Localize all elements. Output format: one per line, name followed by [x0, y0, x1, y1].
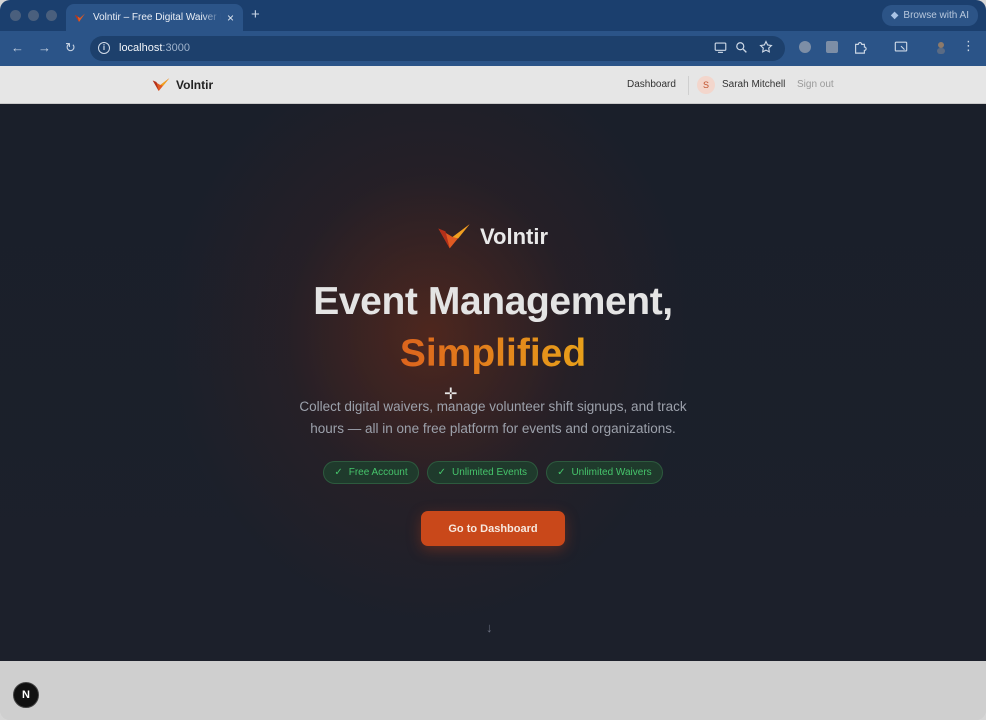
page-bottom: [0, 661, 986, 720]
tab-strip: Volntir – Free Digital Waiver M × + ◆ Br…: [0, 0, 986, 31]
hero-logo: Volntir: [437, 222, 548, 252]
hero-headline-accent: Simplified: [0, 332, 986, 376]
nextjs-devtools-button[interactable]: N: [13, 682, 39, 708]
badge-label: Unlimited Waivers: [571, 467, 652, 478]
hero-logo-text: Volntir: [480, 224, 549, 249]
zoom-icon[interactable]: [735, 41, 748, 57]
maximize-window-button[interactable]: [46, 10, 57, 21]
info-icon[interactable]: i: [98, 42, 110, 54]
hero-section: Volntir Event Management, Simplified ✛ C…: [0, 104, 986, 661]
install-app-icon[interactable]: [714, 41, 727, 57]
tab-title: Volntir – Free Digital Waiver M: [93, 12, 221, 23]
site-header: Volntir Dashboard S Sarah Mitchell Sign …: [0, 66, 986, 104]
puzzle-icon[interactable]: [853, 40, 867, 54]
forward-icon[interactable]: →: [38, 40, 51, 55]
tab-volntir[interactable]: Volntir – Free Digital Waiver M ×: [66, 4, 243, 31]
sparkle-icon: ◆: [890, 10, 899, 21]
url-text[interactable]: localhost:3000: [119, 42, 190, 54]
badge-unlimited-waivers: ✓ Unlimited Waivers: [546, 461, 663, 484]
hero-subtitle: Collect digital waivers, manage voluntee…: [299, 399, 687, 436]
check-icon: ✓: [437, 467, 447, 478]
badge-unlimited-events: ✓ Unlimited Events: [426, 461, 539, 484]
scroll-down-icon[interactable]: ↓: [486, 620, 493, 635]
brand-logo[interactable]: Volntir: [152, 77, 213, 93]
new-tab-button[interactable]: +: [251, 6, 260, 23]
user-name[interactable]: Sarah Mitchell: [722, 79, 785, 90]
volntir-logo-icon: [74, 12, 86, 24]
volntir-logo-icon: [438, 224, 470, 249]
tab-close-icon[interactable]: ×: [227, 11, 234, 25]
hero-headline: Event Management,: [313, 280, 673, 323]
minimize-window-button[interactable]: [28, 10, 39, 21]
reload-icon[interactable]: ↻: [65, 40, 76, 56]
check-icon: ✓: [557, 467, 566, 478]
close-window-button[interactable]: [10, 10, 21, 21]
browser-toolbar: ← → ↻ i localhost:3000 ⋮: [0, 31, 986, 66]
brand-name: Volntir: [176, 78, 214, 92]
badge-label: Unlimited Events: [452, 467, 528, 478]
star-icon[interactable]: [759, 40, 773, 57]
address-bar[interactable]: i localhost:3000: [90, 36, 785, 61]
nav-dashboard-link[interactable]: Dashboard: [627, 79, 676, 90]
sign-out-link[interactable]: Sign out: [797, 79, 834, 90]
feature-badges: ✓ Free Account ✓ Unlimited Events ✓ Unli…: [0, 461, 986, 484]
badge-label: Free Account: [348, 467, 408, 478]
check-icon: ✓: [334, 467, 343, 478]
browse-ai-label: Browse with AI: [903, 10, 969, 21]
cast-icon[interactable]: [894, 40, 908, 54]
extension-icon[interactable]: [825, 40, 839, 54]
browser-window: Volntir – Free Digital Waiver M × + ◆ Br…: [0, 0, 986, 720]
avatar[interactable]: S: [697, 76, 715, 94]
nav-divider: [688, 76, 689, 95]
badge-free-account: ✓ Free Account: [323, 461, 419, 484]
kebab-menu-icon[interactable]: ⋮: [962, 38, 976, 53]
browse-with-ai-button[interactable]: ◆ Browse with AI: [881, 5, 978, 26]
back-icon[interactable]: ←: [11, 40, 24, 55]
profile-avatar-icon[interactable]: [934, 40, 948, 54]
profile-extension-icon[interactable]: [798, 40, 812, 54]
volntir-logo-icon: [152, 78, 170, 91]
go-to-dashboard-button[interactable]: Go to Dashboard: [421, 511, 565, 546]
